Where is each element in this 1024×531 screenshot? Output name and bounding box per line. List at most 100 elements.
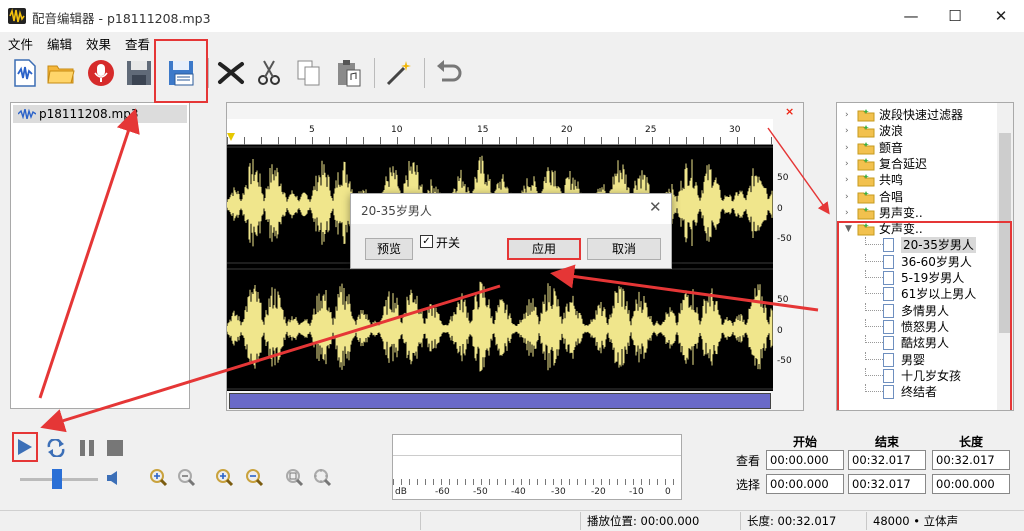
stop-icon	[107, 440, 123, 456]
view-length-field[interactable]: 00:32.017	[932, 450, 1010, 470]
status-length: 长度: 00:32.017	[740, 512, 866, 530]
tree-folder-item[interactable]: › 复合延迟	[837, 156, 997, 172]
new-icon	[14, 59, 36, 87]
save-floppy-icon	[127, 61, 151, 85]
chevron-right-icon[interactable]: ›	[845, 123, 849, 139]
menu-view[interactable]: 查看	[125, 34, 150, 53]
tree-item-label: 合唱	[879, 189, 904, 204]
waveform-scrollbar[interactable]	[229, 393, 771, 409]
chevron-right-icon[interactable]: ›	[845, 172, 849, 188]
meter-label: -50	[473, 487, 488, 497]
zoom-in-icon[interactable]	[214, 467, 234, 487]
chevron-right-icon[interactable]: ›	[845, 205, 849, 221]
check-icon: ✓	[422, 236, 431, 247]
volume-slider-thumb[interactable]	[52, 469, 62, 489]
audio-wave-icon	[18, 109, 36, 119]
close-button[interactable]: ✕	[978, 0, 1024, 32]
chevron-right-icon[interactable]: ›	[845, 189, 849, 205]
select-start-field[interactable]: 00:00.000	[766, 474, 844, 494]
play-button[interactable]	[12, 432, 38, 462]
amp-label: 50	[777, 173, 789, 183]
tree-folder-item[interactable]: › 波浪	[837, 123, 997, 139]
effects-wand-button[interactable]	[382, 56, 416, 90]
ruler-tick-label: 20	[561, 125, 573, 135]
maximize-button[interactable]: ☐	[932, 0, 978, 32]
pause-icon	[80, 440, 94, 456]
chevron-right-icon[interactable]: ›	[845, 140, 849, 156]
col-header-end: 结束	[874, 435, 899, 449]
waveform-channel-path	[226, 281, 773, 372]
meter-divider	[393, 455, 681, 456]
annotation-highlight-box	[154, 39, 208, 103]
tree-item-label: 复合延迟	[879, 156, 928, 171]
select-end-field[interactable]: 00:32.017	[848, 474, 926, 494]
tree-folder-item[interactable]: › 共鸣	[837, 172, 997, 188]
zoom-out-icon[interactable]	[244, 467, 264, 487]
paste-button[interactable]	[332, 56, 366, 90]
record-microphone-icon	[88, 60, 114, 86]
zoom-fit-icon[interactable]	[284, 467, 304, 487]
magic-wand-icon	[386, 61, 411, 86]
record-button[interactable]	[84, 56, 118, 90]
dialog-title: 20-35岁男人	[361, 204, 432, 218]
ruler-tick-label: 30	[729, 125, 741, 135]
undo-icon	[437, 60, 462, 82]
loop-button[interactable]	[44, 436, 68, 460]
time-ruler[interactable]: 5 10 15 20 25 30	[227, 119, 773, 145]
file-list-item[interactable]: p18111208.mp3	[13, 105, 187, 123]
row-header-select: 选择	[736, 478, 761, 492]
file-list-panel: p18111208.mp3	[10, 102, 190, 409]
minimize-button[interactable]: —	[888, 0, 934, 32]
status-play-position: 播放位置: 00:00.000	[580, 512, 740, 530]
apply-button[interactable]: 应用	[507, 238, 581, 260]
chevron-right-icon[interactable]: ›	[845, 156, 849, 172]
toggle-checkbox[interactable]: ✓	[420, 235, 433, 248]
stop-button[interactable]	[104, 436, 126, 460]
speaker-icon[interactable]	[106, 470, 120, 486]
menu-effects[interactable]: 效果	[86, 34, 111, 53]
zoom-in-horizontal-icon[interactable]	[148, 467, 168, 487]
undo-button[interactable]	[432, 56, 466, 90]
view-start-field[interactable]: 00:00.000	[766, 450, 844, 470]
file-name-label: p18111208.mp3	[39, 107, 139, 121]
ruler-tick-label: 10	[391, 125, 403, 135]
open-button[interactable]	[44, 56, 78, 90]
tree-item-label: 共鸣	[879, 173, 904, 188]
new-button[interactable]	[8, 56, 42, 90]
tree-folder-item[interactable]: › 合唱	[837, 189, 997, 205]
tree-folder-item[interactable]: › 男声变..	[837, 205, 997, 221]
preview-button[interactable]: 预览	[365, 238, 413, 260]
amp-label: 0	[777, 326, 783, 336]
close-icon: ✕	[994, 7, 1008, 25]
zoom-selection-icon[interactable]	[312, 467, 332, 487]
delete-button[interactable]	[214, 56, 248, 90]
waveform-close-icon[interactable]: ×	[785, 105, 794, 118]
pause-button[interactable]	[76, 436, 98, 460]
col-header-start: 开始	[792, 435, 817, 449]
amp-label: 50	[777, 295, 789, 305]
tree-folder-item[interactable]: › 颤音	[837, 140, 997, 156]
cut-button[interactable]	[252, 56, 286, 90]
view-end-field[interactable]: 00:32.017	[848, 450, 926, 470]
menu-file[interactable]: 文件	[8, 34, 33, 53]
meter-label: -20	[591, 487, 606, 497]
start-marker-icon[interactable]	[227, 133, 235, 141]
maximize-icon: ☐	[948, 7, 962, 25]
copy-button[interactable]	[292, 56, 326, 90]
dialog-close-icon[interactable]: ✕	[649, 198, 662, 216]
folder-icon	[857, 109, 875, 122]
chevron-right-icon[interactable]: ›	[845, 107, 849, 123]
folder-icon	[857, 157, 875, 171]
save-button[interactable]	[122, 56, 156, 90]
play-icon	[18, 439, 32, 455]
meter-label: -60	[435, 487, 450, 497]
cut-x-icon	[218, 62, 244, 84]
cancel-button[interactable]: 取消	[587, 238, 661, 260]
menu-edit[interactable]: 编辑	[47, 34, 72, 53]
meter-label: dB	[395, 487, 407, 497]
tree-item-label: 波段快速过滤器	[879, 108, 964, 122]
select-length-field[interactable]: 00:00.000	[932, 474, 1010, 494]
zoom-out-horizontal-icon[interactable]	[176, 467, 196, 487]
tree-folder-item[interactable]: › 波段快速过滤器	[837, 107, 997, 123]
app-logo-icon	[8, 8, 26, 24]
